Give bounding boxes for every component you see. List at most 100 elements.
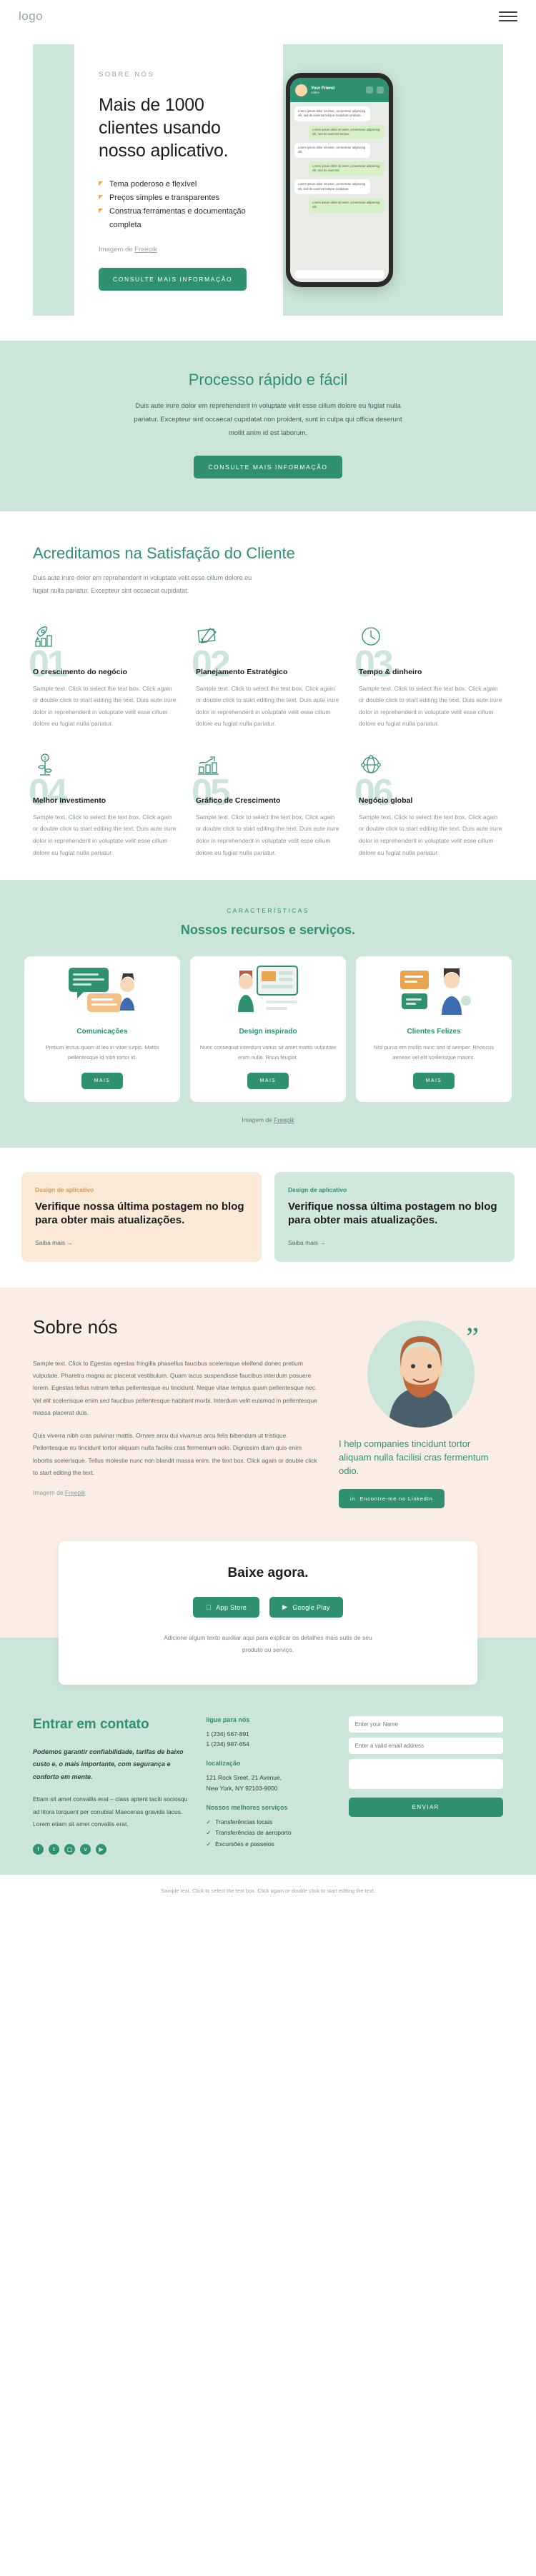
triangle-bullet-icon — [99, 209, 103, 214]
feature-body: Sample text. Click to select the text bo… — [33, 684, 177, 728]
app-store-button[interactable]:  App Store — [193, 1597, 260, 1618]
blog-more-link[interactable]: Saiba mais → — [35, 1239, 248, 1246]
quote-mark-icon: ” — [466, 1320, 479, 1353]
design-person-illustration — [190, 956, 346, 1025]
instagram-icon[interactable]: ▢ — [64, 1843, 75, 1855]
satisfaction-subtitle: Duis aute irure dolor em reprehenderit i… — [33, 574, 252, 594]
feature-card-4: 04 $ Melhor Investimento Sample text. Cl… — [29, 750, 177, 858]
footer-contact-column: Entrar em contato Podemos garantir confi… — [33, 1716, 187, 1855]
service-more-button[interactable]: MAIS — [412, 1072, 455, 1089]
about-quote-text: I help companies tincidunt tortor aliqua… — [339, 1438, 489, 1476]
footer-social-links: f t ▢ v ▶ — [33, 1843, 187, 1855]
linkedin-icon: in — [350, 1495, 356, 1503]
blog-card-1[interactable]: Design de aplicativo Verifique nossa últ… — [21, 1171, 262, 1262]
submit-button[interactable]: ENVIAR — [348, 1797, 503, 1817]
twitter-icon[interactable]: t — [49, 1843, 59, 1855]
feature-card-6: 06 Negócio global Sample text. Click to … — [354, 750, 503, 858]
chat-bubble: Lorem ipsum dolor sit amet, consectetur … — [294, 179, 370, 194]
process-body: Duis aute irure dolor em reprehenderit i… — [134, 401, 402, 437]
download-note: Adicione algum texto auxiliar aqui para … — [164, 1634, 372, 1653]
hero-eyebrow: SOBRE NÓS — [99, 71, 155, 79]
phone-input-bar[interactable] — [294, 270, 384, 279]
phone-mockup: Your Friend online Lorem ipsum dolor sit… — [286, 73, 393, 287]
service-title: Design inspirado — [239, 1028, 297, 1036]
footer-bold-text: Podemos garantir confiabilidade, tarifas… — [33, 1748, 184, 1780]
services-card-grid: Comunicações Pretium lectus quam id leo … — [24, 956, 512, 1102]
email-field[interactable] — [348, 1737, 503, 1754]
feature-card-2: 02 Planejamento Estratégico Sample text.… — [192, 621, 340, 730]
feature-title: Gráfico de Crescimento — [196, 796, 281, 805]
check-icon: ✓ — [206, 1840, 212, 1848]
freepik-link[interactable]: Freepik — [65, 1489, 85, 1496]
service-more-button[interactable]: MAIS — [81, 1072, 124, 1089]
blog-tag: Design de aplicativo — [35, 1186, 94, 1193]
apple-icon:  — [206, 1604, 211, 1611]
service-label: Transferências de aeroporto — [215, 1829, 292, 1837]
process-title: Processo rápido e fácil — [188, 370, 348, 389]
service-card-1: Comunicações Pretium lectus quam id leo … — [24, 956, 180, 1102]
credit-prefix: Imagem de — [99, 245, 135, 254]
list-item: Preços simples e transparentes — [99, 191, 259, 205]
list-item: Tema poderoso e flexível — [99, 178, 259, 191]
service-card-3: Clientes Felizes Nisl purus em mollis nu… — [356, 956, 512, 1102]
freepik-link[interactable]: Freepik — [274, 1116, 294, 1123]
rocket-chart-icon — [33, 624, 177, 652]
process-cta-button[interactable]: CONSULTE MAIS INFORMAÇÃO — [194, 455, 342, 478]
site-header: logo — [0, 0, 536, 33]
feature-body: Sample text. Click to select the text bo… — [33, 813, 177, 856]
phone-call-icon[interactable] — [366, 86, 373, 94]
blog-more-link[interactable]: Saiba mais → — [288, 1239, 501, 1246]
service-body: Nisl purus em mollis nunc sed id semper.… — [374, 1044, 494, 1061]
globe-network-icon — [359, 753, 503, 781]
footer-services-list: ✓ Transferências locais ✓ Transferências d… — [206, 1817, 329, 1850]
landing-page: logo SOBRE NÓS Mais de 1000 clientes usa… — [0, 0, 536, 1910]
satisfaction-section: Acreditamos na Satisfação do Cliente Dui… — [0, 511, 536, 881]
chat-people-illustration — [24, 956, 180, 1025]
vk-icon[interactable]: v — [80, 1843, 91, 1855]
growth-chart-icon — [196, 753, 340, 781]
footer-phones: 1 (234) 567-891 1 (234) 987-654 — [206, 1729, 329, 1750]
bottom-bar-text: Sample text. Click to select the text bo… — [161, 1887, 375, 1894]
hero-cta-button[interactable]: CONSULTE MAIS INFORMAÇÃO — [99, 267, 247, 291]
phone-menu-icon[interactable] — [377, 86, 384, 94]
phone-number[interactable]: 1 (234) 987-654 — [206, 1739, 329, 1750]
address-line: New York, NY 92103-9000 — [206, 1785, 278, 1793]
footer-contact-form: ENVIAR — [348, 1715, 503, 1855]
phone-chat-header: Your Friend online — [290, 78, 389, 102]
google-play-button[interactable]: ▶ Google Play — [269, 1597, 343, 1618]
about-image-credit: Imagem de Freepik — [33, 1489, 320, 1496]
blog-tag: Design de aplicativo — [288, 1186, 347, 1193]
facebook-icon[interactable]: f — [33, 1843, 44, 1855]
youtube-icon[interactable]: ▶ — [96, 1843, 106, 1855]
bullet-label: Construa ferramentas e documentação comp… — [109, 207, 246, 230]
footer-address: 121 Rock Sreet, 21 Avenue, New York, NY … — [206, 1773, 329, 1794]
list-item: Construa ferramentas e documentação comp… — [99, 205, 259, 233]
linkedin-button[interactable]: in Encontre-me no LinkedIn — [339, 1489, 445, 1509]
chat-bubble: Lorem ipsum dolor sit amet, consectetur … — [294, 106, 370, 121]
message-field[interactable] — [348, 1758, 503, 1789]
phone-number[interactable]: 1 (234) 567-891 — [206, 1729, 329, 1740]
app-store-label: App Store — [213, 1603, 246, 1611]
about-text-column: Sobre nós Sample text. Click to Egestas … — [33, 1316, 320, 1509]
about-title: Sobre nós — [33, 1315, 118, 1338]
check-icon: ✓ — [206, 1819, 212, 1825]
name-field[interactable] — [348, 1715, 503, 1733]
address-line: 121 Rock Sreet, 21 Avenue, — [206, 1774, 282, 1782]
footer-call-heading: ligue para nós — [206, 1715, 250, 1723]
bullet-label: Preços simples e transparentes — [109, 193, 220, 202]
hamburger-menu-icon[interactable] — [499, 11, 517, 21]
blog-card-2[interactable]: Design de aplicativo Verifique nossa últ… — [274, 1171, 515, 1262]
hero-title: Mais de 1000 clientes usando nosso aplic… — [99, 94, 229, 161]
service-body: Pretium lectus quam id leo in vitae turp… — [45, 1044, 159, 1061]
service-body: Nunc consequat interdum varius sit amet … — [199, 1044, 337, 1061]
freepik-link[interactable]: Freepik — [134, 246, 157, 254]
feature-card-5: 05 Gráfico de Crescimento Sample text. C… — [192, 750, 340, 858]
service-more-button[interactable]: MAIS — [247, 1072, 289, 1089]
avatar — [367, 1320, 475, 1428]
blog-section: Design de aplicativo Verifique nossa últ… — [0, 1147, 536, 1288]
list-item: ✓ Excursões e passeios — [206, 1839, 329, 1850]
site-logo[interactable]: logo — [19, 9, 43, 24]
blog-title: Verifique nossa última postagem no blog … — [35, 1200, 244, 1227]
happy-client-illustration — [356, 956, 512, 1025]
clock-money-icon — [359, 624, 503, 652]
